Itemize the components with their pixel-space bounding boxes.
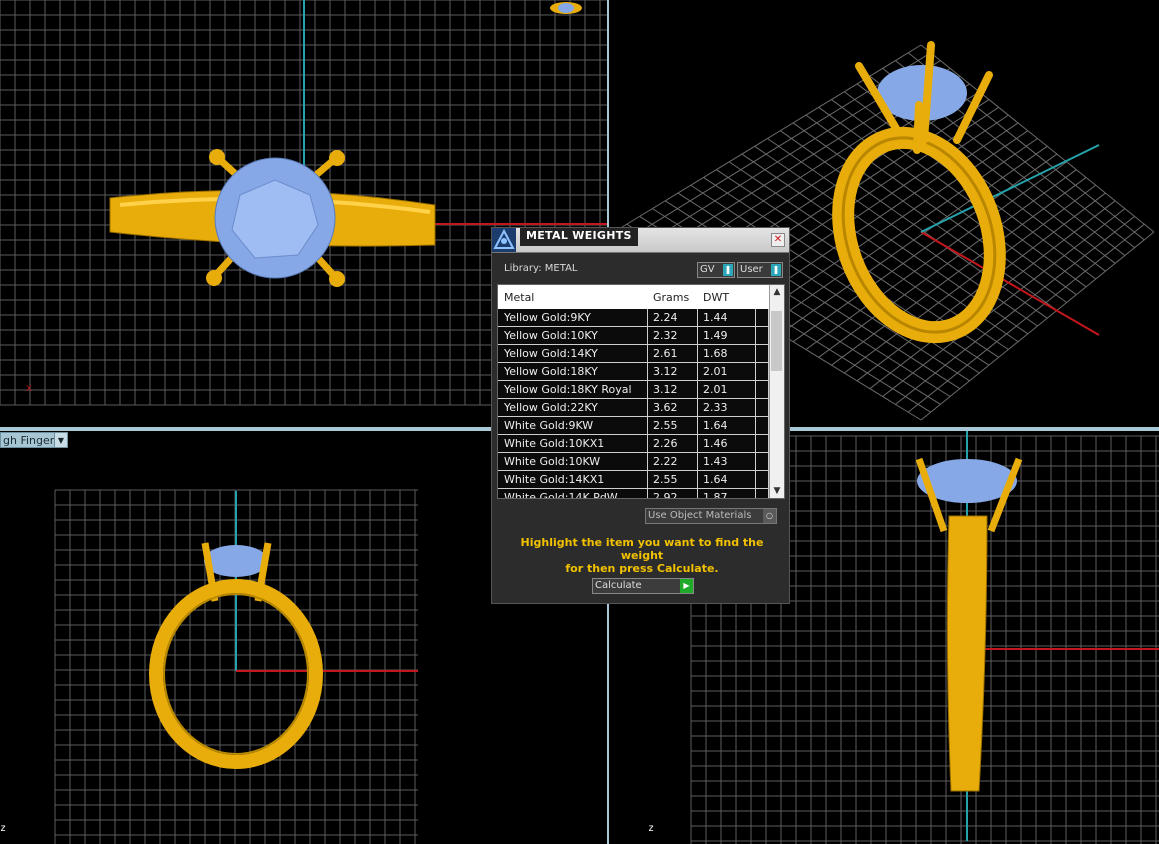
stone xyxy=(204,545,268,577)
gv-toggle-label: GV xyxy=(700,264,715,275)
cell-metal: White Gold:10KX1 xyxy=(498,435,648,452)
cell-blank xyxy=(756,435,769,452)
cell-blank xyxy=(756,327,769,344)
toggle-icon: ❚ xyxy=(771,264,781,276)
library-label: Library: METAL xyxy=(504,263,578,274)
table-row[interactable]: White Gold:10KW 2.22 1.43 xyxy=(498,453,784,471)
table-row[interactable]: Yellow Gold:18KY 3.12 2.01 xyxy=(498,363,784,381)
scroll-down-icon[interactable]: ▼ xyxy=(770,484,784,498)
table-header: Metal Grams DWT xyxy=(498,285,784,309)
cell-grams: 2.24 xyxy=(648,309,698,326)
cell-dwt: 1.46 xyxy=(698,435,756,452)
cell-metal: Yellow Gold:18KY Royal xyxy=(498,381,648,398)
cell-blank xyxy=(756,417,769,434)
table-row[interactable]: Yellow Gold:10KY 2.32 1.49 xyxy=(498,327,784,345)
cell-blank xyxy=(756,399,769,416)
table-row[interactable]: Yellow Gold:22KY 3.62 2.33 xyxy=(498,399,784,417)
instruction-line-1: Highlight the item you want to find the … xyxy=(520,536,764,562)
cell-blank xyxy=(756,363,769,380)
cell-dwt: 2.01 xyxy=(698,363,756,380)
table-scrollbar[interactable]: ▲ ▼ xyxy=(769,285,784,498)
column-header-metal[interactable]: Metal xyxy=(498,291,648,304)
cell-grams: 2.55 xyxy=(648,471,698,488)
table-row[interactable]: White Gold:9KW 2.55 1.64 xyxy=(498,417,784,435)
app-logo-icon xyxy=(492,228,516,252)
calculate-button[interactable]: Calculate ▶ xyxy=(592,578,694,594)
cell-metal: Yellow Gold:9KY xyxy=(498,309,648,326)
cell-metal: Yellow Gold:14KY xyxy=(498,345,648,362)
finger-dropdown-label: gh Finger xyxy=(3,433,54,447)
user-toggle[interactable]: User ❚ xyxy=(737,262,783,278)
cell-grams: 2.55 xyxy=(648,417,698,434)
instruction-line-2: for then press Calculate. xyxy=(565,562,719,575)
cell-dwt: 2.33 xyxy=(698,399,756,416)
cell-blank xyxy=(756,381,769,398)
table-row[interactable]: Yellow Gold:14KY 2.61 1.68 xyxy=(498,345,784,363)
user-toggle-label: User xyxy=(740,264,763,275)
axis-z-label: z xyxy=(0,823,7,834)
finger-dropdown[interactable]: gh Finger ▼ xyxy=(0,432,68,448)
instruction-text: Highlight the item you want to find the … xyxy=(502,536,782,575)
cell-grams: 3.12 xyxy=(648,363,698,380)
metal-weights-dialog: METAL WEIGHTS ✕ Library: METAL GV ❚ User… xyxy=(491,227,790,604)
cell-metal: White Gold:14KX1 xyxy=(498,471,648,488)
cell-blank xyxy=(756,309,769,326)
ring-shank xyxy=(946,515,988,792)
table-row[interactable]: White Gold:14K PdW 2.92 1.87 xyxy=(498,489,784,498)
close-icon[interactable]: ✕ xyxy=(771,233,785,247)
cell-grams: 2.22 xyxy=(648,453,698,470)
cell-metal: Yellow Gold:22KY xyxy=(498,399,648,416)
cell-blank xyxy=(756,453,769,470)
cell-metal: White Gold:10KW xyxy=(498,453,648,470)
dialog-title: METAL WEIGHTS xyxy=(520,228,638,246)
table-row[interactable]: White Gold:14KX1 2.55 1.64 xyxy=(498,471,784,489)
table-row[interactable]: Yellow Gold:18KY Royal 3.12 2.01 xyxy=(498,381,784,399)
cell-dwt: 2.01 xyxy=(698,381,756,398)
cell-dwt: 1.43 xyxy=(698,453,756,470)
radio-icon: ○ xyxy=(763,509,776,523)
column-header-grams[interactable]: Grams xyxy=(648,291,698,304)
cell-dwt: 1.49 xyxy=(698,327,756,344)
cell-grams: 2.61 xyxy=(648,345,698,362)
cell-grams: 2.32 xyxy=(648,327,698,344)
cell-dwt: 1.87 xyxy=(698,489,756,498)
cell-dwt: 1.64 xyxy=(698,417,756,434)
cell-blank xyxy=(756,471,769,488)
dialog-title-bar[interactable]: METAL WEIGHTS ✕ xyxy=(492,228,789,253)
column-header-dwt[interactable]: DWT xyxy=(698,291,756,304)
axis-z-label-side: z xyxy=(648,823,655,834)
gv-toggle[interactable]: GV ❚ xyxy=(697,262,735,278)
cell-grams: 2.92 xyxy=(648,489,698,498)
scroll-up-icon[interactable]: ▲ xyxy=(770,285,784,299)
cell-grams: 3.12 xyxy=(648,381,698,398)
use-object-materials-label: Use Object Materials xyxy=(648,510,752,521)
cell-blank xyxy=(756,345,769,362)
calculate-label: Calculate xyxy=(595,580,642,591)
table-row[interactable]: White Gold:10KX1 2.26 1.46 xyxy=(498,435,784,453)
table-body: Yellow Gold:9KY 2.24 1.44 Yellow Gold:10KY 2… xyxy=(498,309,784,498)
use-object-materials-toggle[interactable]: Use Object Materials ○ xyxy=(645,508,777,524)
play-icon: ▶ xyxy=(680,579,693,593)
cell-metal: Yellow Gold:10KY xyxy=(498,327,648,344)
cell-dwt: 1.68 xyxy=(698,345,756,362)
cell-metal: White Gold:9KW xyxy=(498,417,648,434)
cell-dwt: 1.44 xyxy=(698,309,756,326)
cell-blank xyxy=(756,489,769,498)
cell-dwt: 1.64 xyxy=(698,471,756,488)
table-row[interactable]: Yellow Gold:9KY 2.24 1.44 xyxy=(498,309,784,327)
chevron-down-icon[interactable]: ▼ xyxy=(54,433,67,447)
scroll-thumb[interactable] xyxy=(771,311,782,371)
toggle-icon: ❚ xyxy=(723,264,733,276)
cell-metal: White Gold:14K PdW xyxy=(498,489,648,498)
axis-x-label: x xyxy=(26,383,33,394)
cell-metal: Yellow Gold:18KY xyxy=(498,363,648,380)
cell-grams: 2.26 xyxy=(648,435,698,452)
metal-table: Metal Grams DWT Yellow Gold:9KY 2.24 1.44 Y… xyxy=(497,284,785,499)
cell-grams: 3.62 xyxy=(648,399,698,416)
